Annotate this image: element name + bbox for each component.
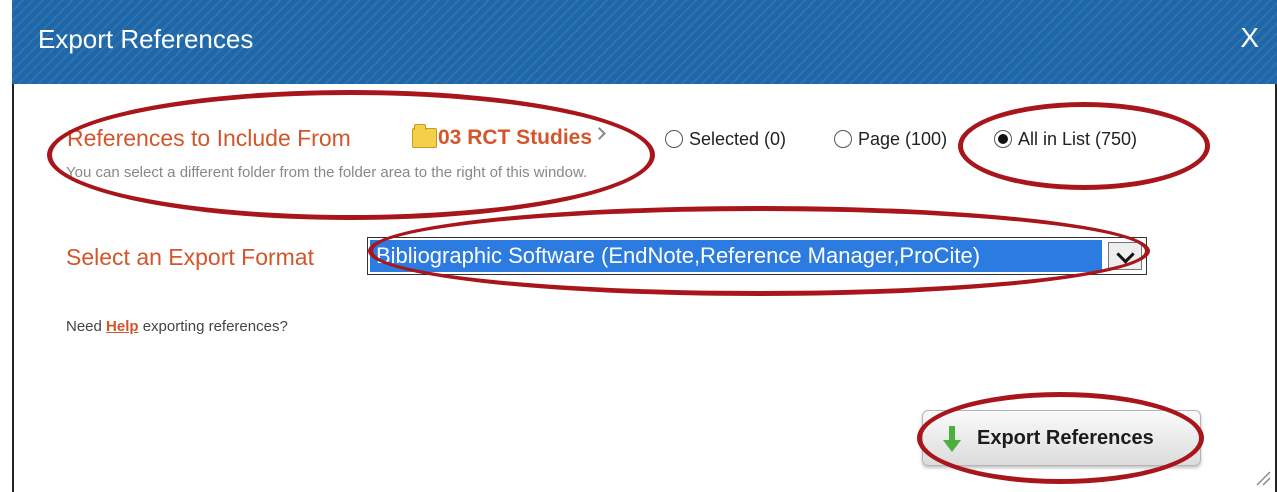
resize-handle-icon[interactable] [1253, 468, 1271, 486]
radio-selected-label: Selected (0) [689, 129, 787, 149]
folder-icon [412, 124, 437, 148]
close-button[interactable]: X [1240, 22, 1259, 54]
help-suffix: exporting references? [138, 318, 288, 335]
export-references-dialog: Export References X References to Includ… [0, 0, 1277, 492]
folder-hint: You can select a different folder from t… [66, 164, 588, 181]
radio-selected[interactable] [665, 130, 683, 148]
export-format-value: Bibliographic Software (EndNote,Referenc… [370, 240, 1102, 272]
chevron-right-icon [593, 127, 606, 140]
folder-name[interactable]: 03 RCT Studies [438, 126, 592, 150]
help-link[interactable]: Help [106, 318, 139, 335]
radio-all-in-list[interactable] [994, 130, 1012, 148]
chevron-down-icon [1116, 245, 1135, 264]
export-format-select[interactable]: Bibliographic Software (EndNote,Referenc… [367, 237, 1147, 275]
export-button-label: Export References [977, 427, 1154, 449]
down-arrow-icon [943, 426, 961, 452]
radio-page[interactable] [834, 130, 852, 148]
export-references-button[interactable]: Export References [922, 410, 1201, 466]
help-line: Need Help exporting references? [66, 318, 288, 335]
dialog-border-left [12, 84, 14, 492]
dialog-titlebar: Export References X [12, 0, 1277, 84]
help-prefix: Need [66, 318, 107, 335]
radio-all-in-list-label: All in List (750) [1018, 129, 1138, 149]
radio-page-label: Page (100) [858, 129, 948, 149]
dropdown-button[interactable] [1108, 242, 1142, 270]
format-label: Select an Export Format [66, 244, 314, 270]
dialog-title: Export References [38, 24, 254, 54]
include-row: References to Include From 03 RCT Studie… [67, 124, 1137, 159]
include-label: References to Include From [67, 125, 351, 151]
